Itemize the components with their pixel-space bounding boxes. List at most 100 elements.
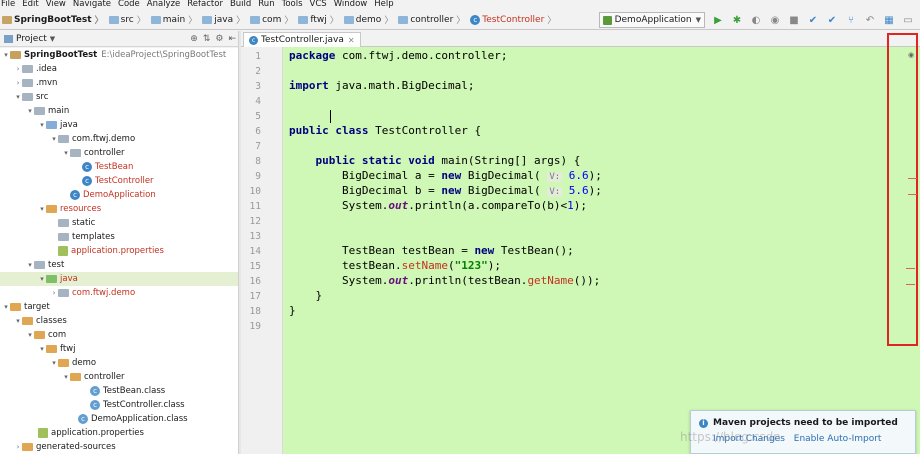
layout-icon[interactable]: ▭ — [901, 13, 915, 27]
error-stripe-mark[interactable] — [908, 178, 917, 179]
menu-view[interactable]: View — [46, 0, 66, 9]
coverage-icon[interactable]: ◐ — [749, 13, 763, 27]
breadcrumb-ftwj[interactable]: ftwj 〉 — [298, 13, 341, 26]
tree-item-test-java[interactable]: ▾ java — [0, 272, 238, 286]
breadcrumb-testcontroller[interactable]: c TestController 〉 — [470, 13, 559, 26]
chevron-down-icon[interactable]: ▾ — [38, 275, 46, 283]
chevron-right-icon: 〉 — [188, 16, 198, 26]
breadcrumb-java[interactable]: java 〉 — [202, 13, 248, 26]
error-stripe-mark[interactable] — [906, 268, 915, 269]
close-icon[interactable]: ✕ — [348, 36, 355, 45]
tree-item-idea[interactable]: › .idea — [0, 62, 238, 76]
tree-item-classes[interactable]: ▾ classes — [0, 314, 238, 328]
enable-auto-import-link[interactable]: Enable Auto-Import — [794, 434, 882, 444]
chevron-down-icon[interactable]: ▾ — [38, 121, 46, 129]
tree-item-application-properties[interactable]: application.properties — [0, 244, 238, 258]
breadcrumb-controller[interactable]: controller 〉 — [398, 13, 468, 26]
chevron-right-icon[interactable]: › — [14, 443, 22, 451]
tree-item-generated-sources[interactable]: › generated-sources — [0, 440, 238, 454]
tree-item-java[interactable]: ▾ java — [0, 118, 238, 132]
chevron-right-icon[interactable]: › — [14, 79, 22, 87]
vcs-commit-icon[interactable]: ✔ — [825, 13, 839, 27]
hide-icon[interactable]: ⇤ — [228, 34, 236, 44]
chevron-down-icon[interactable]: ▾ — [14, 93, 22, 101]
tree-item-com-ftwj-demo[interactable]: ▾ com.ftwj.demo — [0, 132, 238, 146]
sync-icon[interactable]: ⊕ — [190, 34, 198, 44]
tree-item-target-demo[interactable]: ▾ demo — [0, 356, 238, 370]
tree-item-target-controller[interactable]: ▾ controller — [0, 370, 238, 384]
menu-navigate[interactable]: Navigate — [73, 0, 111, 9]
tree-item-test[interactable]: ▾ test — [0, 258, 238, 272]
chevron-down-icon[interactable]: ▾ — [26, 261, 34, 269]
run-configuration-select[interactable]: DemoApplication ▼ — [598, 12, 705, 28]
tree-item-templates[interactable]: templates — [0, 230, 238, 244]
tree-item-springboottest[interactable]: ▾ SpringBootTest E:\ideaProject\SpringBoot… — [0, 48, 238, 62]
tree-item-target[interactable]: ▾ target — [0, 300, 238, 314]
tree-item-target-application-properties[interactable]: application.properties — [0, 426, 238, 440]
tree-item-resources[interactable]: ▾ resources — [0, 202, 238, 216]
menu-tools[interactable]: Tools — [282, 0, 303, 9]
project-panel-title[interactable]: Project — [16, 34, 47, 44]
eye-icon[interactable]: ◉ — [908, 51, 914, 59]
tree-item-target-ftwj[interactable]: ▾ ftwj — [0, 342, 238, 356]
tree-item-static[interactable]: static — [0, 216, 238, 230]
collapse-icon[interactable]: ⇅ — [203, 34, 211, 44]
vcs-update-icon[interactable]: ✔ — [806, 13, 820, 27]
tree-item-src[interactable]: ▾ src — [0, 90, 238, 104]
chevron-down-icon[interactable]: ▼ — [50, 35, 55, 43]
tree-item-controller[interactable]: ▾ controller — [0, 146, 238, 160]
chevron-down-icon[interactable]: ▾ — [50, 359, 58, 367]
menu-run[interactable]: Run — [258, 0, 274, 9]
chevron-down-icon[interactable]: ▾ — [14, 317, 22, 325]
menu-build[interactable]: Build — [230, 0, 251, 9]
chevron-down-icon[interactable]: ▾ — [26, 331, 34, 339]
chevron-down-icon[interactable]: ▾ — [38, 345, 46, 353]
menu-window[interactable]: Window — [334, 0, 368, 9]
tree-item-demoapplication-class[interactable]: c DemoApplication.class — [0, 412, 238, 426]
breadcrumb-src[interactable]: src 〉 — [108, 13, 149, 26]
tree-item-main[interactable]: ▾ main — [0, 104, 238, 118]
chevron-down-icon[interactable]: ▾ — [38, 205, 46, 213]
menu-vcs[interactable]: VCS — [310, 0, 327, 9]
revert-icon[interactable]: ↶ — [863, 13, 877, 27]
chevron-down-icon[interactable]: ▾ — [2, 51, 10, 59]
tree-item-demoapplication[interactable]: c DemoApplication — [0, 188, 238, 202]
menu-analyze[interactable]: Analyze — [147, 0, 181, 9]
tree-item-testbean[interactable]: c TestBean — [0, 160, 238, 174]
menu-edit[interactable]: Edit — [22, 0, 38, 9]
tree-item-mvn[interactable]: › .mvn — [0, 76, 238, 90]
debug-icon[interactable]: ✱ — [730, 13, 744, 27]
stop-icon[interactable]: ■ — [787, 13, 801, 27]
project-structure-icon[interactable]: ▦ — [882, 13, 896, 27]
breadcrumb-demo[interactable]: demo 〉 — [343, 13, 397, 26]
menu-refactor[interactable]: Refactor — [187, 0, 223, 9]
chevron-down-icon[interactable]: ▾ — [50, 135, 58, 143]
breadcrumb-main[interactable]: main 〉 — [150, 13, 201, 26]
tree-item-test-com-ftwj-demo[interactable]: › com.ftwj.demo — [0, 286, 238, 300]
tab-testcontroller-java[interactable]: c TestController.java ✕ — [243, 32, 361, 47]
run-icon[interactable]: ▶ — [711, 13, 725, 27]
breadcrumb-com[interactable]: com 〉 — [250, 13, 296, 26]
tree-item-target-com[interactable]: ▾ com — [0, 328, 238, 342]
error-stripe-mark[interactable] — [906, 284, 915, 285]
chevron-down-icon[interactable]: ▾ — [26, 107, 34, 115]
chevron-down-icon[interactable]: ▾ — [62, 373, 70, 381]
tree-item-testcontroller-class[interactable]: c TestController.class — [0, 398, 238, 412]
chevron-right-icon[interactable]: › — [14, 65, 22, 73]
menu-file[interactable]: File — [1, 0, 15, 9]
error-stripe-mark[interactable] — [908, 194, 917, 195]
menu-code[interactable]: Code — [118, 0, 140, 9]
menu-help[interactable]: Help — [374, 0, 393, 9]
profile-icon[interactable]: ◉ — [768, 13, 782, 27]
vcs-history-icon[interactable]: ⑂ — [844, 13, 858, 27]
tree-item-testcontroller[interactable]: c TestController — [0, 174, 238, 188]
tree-item-testbean-class[interactable]: c TestBean.class — [0, 384, 238, 398]
parameter-hint: V: — [547, 187, 563, 197]
code-area[interactable]: package com.ftwj.demo.controller; import… — [284, 47, 920, 454]
chevron-down-icon[interactable]: ▾ — [62, 149, 70, 157]
gear-icon[interactable]: ⚙ — [215, 34, 223, 44]
code-editor[interactable]: 1 2 3 4 5 6 7 8 9 10 11 12 13 14 15 16 1… — [241, 47, 920, 454]
chevron-down-icon[interactable]: ▾ — [2, 303, 10, 311]
chevron-right-icon[interactable]: › — [50, 289, 58, 297]
breadcrumb-project[interactable]: SpringBootTest 〉 — [2, 13, 107, 26]
